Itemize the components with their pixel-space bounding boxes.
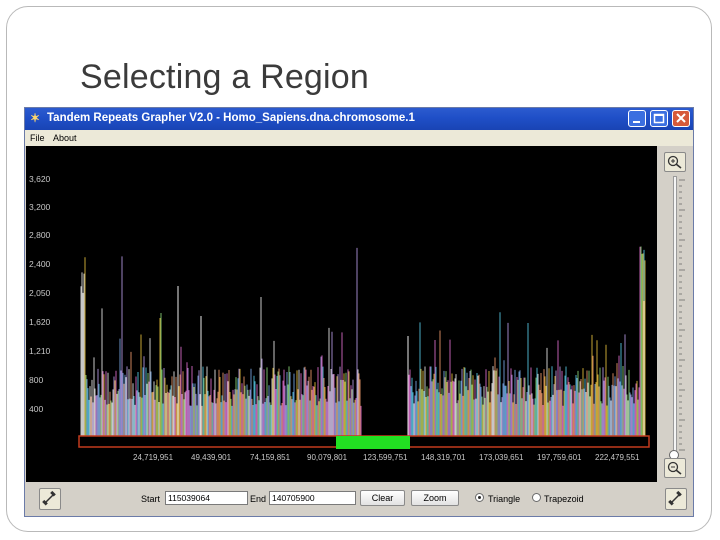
- start-label: Start: [141, 494, 161, 504]
- control-bar: Start End Clear Zoom Triangle Trapezoid: [25, 482, 693, 516]
- maximize-button[interactable]: [650, 110, 668, 127]
- x-axis-tick-label: 49,439,901: [191, 453, 232, 462]
- menu-file[interactable]: File: [30, 133, 45, 143]
- app-window: ✶ Tandem Repeats Grapher V2.0 - Homo_Sap…: [24, 107, 694, 517]
- x-axis-tick-label: 197,759,601: [537, 453, 582, 462]
- satellite-icon: [42, 490, 56, 506]
- plot-area[interactable]: 3,620 3,200 2,800 2,400 2,050 1,620 1,210 800 40…: [26, 146, 657, 482]
- menu-about[interactable]: About: [53, 133, 77, 143]
- menu-bar: File About: [25, 130, 693, 146]
- x-axis-tick-label: 148,319,701: [421, 453, 466, 462]
- app-icon: ✶: [30, 111, 41, 125]
- x-axis-tick-label: 222,479,551: [595, 453, 640, 462]
- end-input[interactable]: [269, 491, 356, 505]
- clear-button[interactable]: Clear: [360, 490, 405, 506]
- trapezoid-label: Trapezoid: [544, 494, 584, 504]
- end-label: End: [250, 494, 267, 504]
- triangle-radio[interactable]: [475, 493, 484, 502]
- minimize-button[interactable]: [628, 110, 646, 127]
- triangle-label: Triangle: [488, 494, 521, 504]
- close-button[interactable]: [672, 110, 690, 127]
- satellite-icon: [668, 490, 682, 506]
- plot-canvas[interactable]: 24,719,951 49,439,901 74,159,851 90,079,801…: [26, 146, 657, 482]
- window-titlebar[interactable]: ✶ Tandem Repeats Grapher V2.0 - Homo_Sap…: [25, 108, 693, 130]
- x-axis-tick-label: 123,599,751: [363, 453, 408, 462]
- zoom-panel: [658, 146, 693, 482]
- zoom-out-button[interactable]: [664, 458, 686, 478]
- start-input[interactable]: [165, 491, 248, 505]
- pan-right-button[interactable]: [665, 488, 687, 510]
- maximize-icon: [653, 113, 665, 124]
- zoom-button[interactable]: Zoom: [411, 490, 459, 506]
- zoom-out-icon: [667, 461, 682, 475]
- trapezoid-radio[interactable]: [532, 493, 541, 502]
- x-axis-tick-label: 173,039,651: [479, 453, 524, 462]
- x-axis-tick-label: 24,719,951: [133, 453, 174, 462]
- window-title: Tandem Repeats Grapher V2.0 - Homo_Sapie…: [47, 112, 415, 124]
- slider-ticks: [679, 179, 685, 451]
- pan-left-button[interactable]: [39, 488, 61, 510]
- close-icon: [676, 113, 686, 123]
- slide-title: Selecting a Region: [80, 58, 370, 96]
- x-axis-tick-label: 90,079,801: [307, 453, 348, 462]
- minimize-icon: [633, 121, 640, 123]
- selected-region: [336, 436, 410, 449]
- x-axis-tick-label: 74,159,851: [250, 453, 291, 462]
